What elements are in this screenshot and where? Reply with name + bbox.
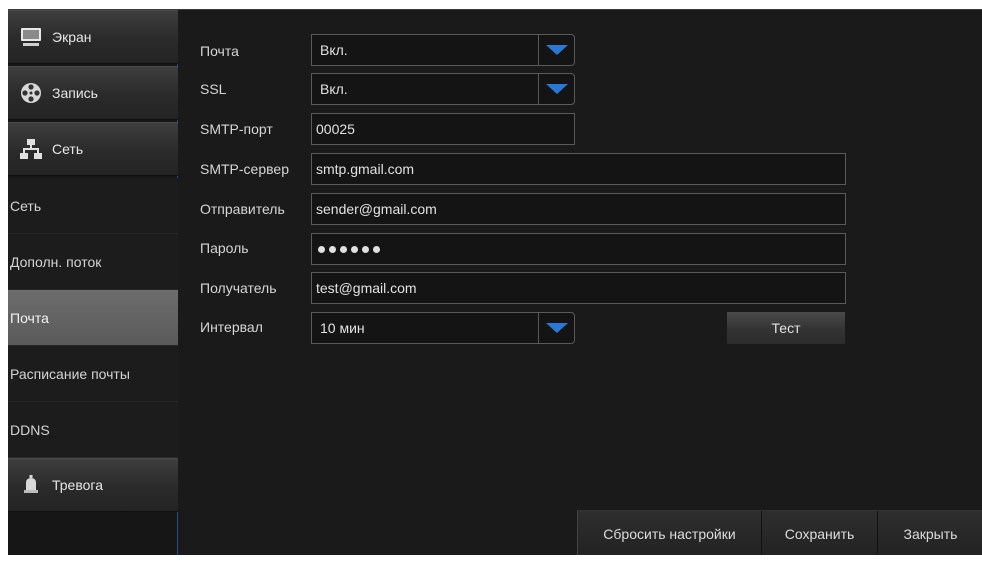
smtp-server-input[interactable]: smtp.gmail.com	[311, 153, 846, 185]
password-dot	[351, 245, 358, 253]
sidebar-item-ddns[interactable]: DDNS	[8, 402, 178, 458]
sidebar-category-label: Экран	[52, 29, 92, 45]
sidebar-category-alarm[interactable]: Тревога	[8, 458, 178, 512]
sidebar-item-label: Дополн. поток	[10, 253, 102, 270]
ssl-select[interactable]: Вкл.	[311, 73, 575, 105]
sidebar-category-record[interactable]: Запись	[8, 66, 178, 120]
sidebar-item-mail[interactable]: Почта	[8, 290, 178, 346]
reset-button-label: Сбросить настройки	[603, 526, 736, 542]
sidebar-item-label: Почта	[10, 309, 49, 326]
sender-value: sender@gmail.com	[316, 201, 437, 217]
smtp-port-value: 00025	[316, 121, 355, 137]
sidebar-category-label: Запись	[52, 85, 98, 101]
sidebar-item-mail-schedule[interactable]: Расписание почты	[8, 346, 178, 402]
interval-select[interactable]: 10 мин	[311, 312, 575, 344]
sidebar-item-extra-stream[interactable]: Дополн. поток	[8, 234, 178, 290]
password-dot	[373, 245, 380, 253]
password-dot	[329, 245, 336, 253]
password-input[interactable]	[311, 233, 846, 265]
password-dot	[362, 245, 369, 253]
password-dot	[318, 245, 325, 253]
chevron-down-icon[interactable]	[538, 35, 574, 65]
close-button-label: Закрыть	[903, 526, 958, 542]
ssl-value: Вкл.	[320, 81, 348, 97]
save-button-label: Сохранить	[784, 526, 855, 542]
smtp-server-label: SMTP-сервер	[200, 161, 289, 177]
smtp-port-label: SMTP-порт	[200, 121, 273, 137]
footer-button-bar: Сбросить настройки Сохранить Закрыть	[577, 510, 982, 555]
sidebar: Экран Запись Сеть Сеть Дополн. поток Поч…	[8, 10, 178, 555]
monitor-icon	[20, 26, 42, 48]
chevron-down-icon[interactable]	[538, 74, 574, 104]
sidebar-item-label: Расписание почты	[10, 365, 130, 382]
recipient-input[interactable]: test@gmail.com	[311, 272, 846, 304]
smtp-port-input[interactable]: 00025	[311, 113, 575, 145]
save-button[interactable]: Сохранить	[762, 511, 878, 555]
smtp-server-value: smtp.gmail.com	[316, 161, 415, 177]
test-button[interactable]: Тест	[726, 311, 846, 345]
close-button[interactable]: Закрыть	[878, 511, 982, 555]
ssl-label: SSL	[200, 81, 227, 97]
recipient-value: test@gmail.com	[316, 280, 417, 296]
interval-value: 10 мин	[320, 320, 365, 336]
test-button-label: Тест	[771, 320, 801, 336]
sidebar-item-network[interactable]: Сеть	[8, 178, 178, 234]
password-label: Пароль	[200, 240, 249, 256]
sidebar-category-network[interactable]: Сеть	[8, 122, 178, 176]
film-reel-icon	[20, 82, 42, 104]
sidebar-category-label: Тревога	[52, 477, 103, 493]
sidebar-category-label: Сеть	[52, 141, 84, 157]
settings-window: Экран Запись Сеть Сеть Дополн. поток Поч…	[8, 9, 982, 555]
mail-value: Вкл.	[320, 42, 348, 58]
mail-select[interactable]: Вкл.	[311, 34, 575, 66]
bell-icon	[20, 474, 42, 496]
recipient-label: Получатель	[200, 280, 277, 296]
network-icon	[20, 138, 42, 160]
password-mask	[316, 245, 380, 253]
password-dot	[340, 245, 347, 253]
sender-input[interactable]: sender@gmail.com	[311, 193, 846, 225]
sidebar-item-label: Сеть	[10, 197, 42, 214]
mail-label: Почта	[200, 43, 239, 59]
mail-settings-form: Почта Вкл. SSL Вкл. SMTP-порт 00025 SMTP…	[179, 10, 982, 555]
interval-label: Интервал	[200, 319, 263, 335]
reset-button[interactable]: Сбросить настройки	[578, 511, 762, 555]
sender-label: Отправитель	[200, 201, 285, 217]
sidebar-category-screen[interactable]: Экран	[8, 10, 178, 64]
chevron-down-icon[interactable]	[538, 313, 574, 343]
sidebar-item-label: DDNS	[10, 421, 50, 438]
